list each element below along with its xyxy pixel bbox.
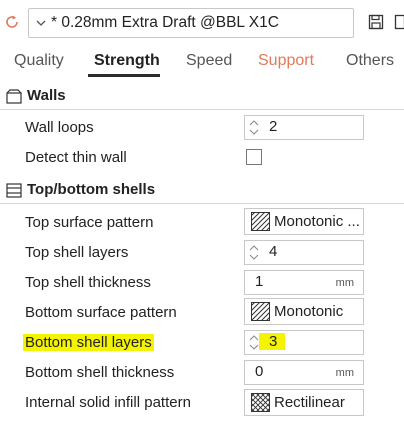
preset-bar: * 0.28mm Extra Draft @BBL X1C <box>0 0 404 44</box>
section-shells: Top/bottom shells <box>0 178 404 204</box>
stepper-arrows-icon[interactable] <box>249 118 259 137</box>
bottom-shell-layers-stepper[interactable]: 3 <box>244 330 364 355</box>
preset-dropdown[interactable]: * 0.28mm Extra Draft @BBL X1C <box>28 8 354 38</box>
tab-speed[interactable]: Speed <box>186 52 232 70</box>
top-surface-pattern-label: Top surface pattern <box>25 214 154 231</box>
settings-tabs: Quality Strength Speed Support Others <box>0 44 404 78</box>
section-divider <box>0 203 404 204</box>
bottom-shell-layers-value: 3 <box>259 333 286 350</box>
internal-solid-infill-pattern-select[interactable]: Rectilinear <box>244 389 364 416</box>
unit-label: mm <box>335 277 354 289</box>
tab-support[interactable]: Support <box>258 52 314 70</box>
walls-icon <box>6 89 22 104</box>
section-walls: Walls <box>0 84 404 110</box>
stepper-arrows-icon[interactable] <box>249 243 259 262</box>
save-icon[interactable] <box>368 14 384 30</box>
top-shell-thickness-input[interactable]: 1 mm <box>244 270 364 295</box>
bottom-surface-pattern-value: Monotonic <box>274 303 344 320</box>
monotonic-pattern-icon <box>251 212 270 231</box>
section-divider <box>0 109 404 110</box>
detect-thin-wall-checkbox[interactable] <box>246 149 262 165</box>
bottom-surface-pattern-label: Bottom surface pattern <box>25 304 177 321</box>
top-shell-thickness-label: Top shell thickness <box>25 274 151 291</box>
tab-quality[interactable]: Quality <box>14 52 64 70</box>
detect-thin-wall-label: Detect thin wall <box>25 149 127 166</box>
top-shell-layers-value: 4 <box>269 243 278 260</box>
internal-solid-infill-pattern-label: Internal solid infill pattern <box>25 394 191 411</box>
bottom-shell-thickness-value: 0 <box>255 363 264 380</box>
rectilinear-pattern-icon <box>251 393 270 412</box>
wall-loops-stepper[interactable]: 2 <box>244 115 364 140</box>
chevron-down-icon <box>36 20 46 26</box>
refresh-icon[interactable] <box>3 13 21 31</box>
section-title-walls: Walls <box>27 87 66 104</box>
bottom-shell-thickness-input[interactable]: 0 mm <box>244 360 364 385</box>
bottom-surface-pattern-select[interactable]: Monotonic <box>244 298 364 325</box>
active-tab-indicator <box>88 74 160 77</box>
top-surface-pattern-value: Monotonic ... <box>274 213 360 230</box>
top-surface-pattern-select[interactable]: Monotonic ... <box>244 208 364 235</box>
top-shell-layers-stepper[interactable]: 4 <box>244 240 364 265</box>
stepper-arrows-icon[interactable] <box>249 333 259 352</box>
tab-strength[interactable]: Strength <box>94 52 160 70</box>
monotonic-pattern-icon <box>251 302 270 321</box>
section-title-shells: Top/bottom shells <box>27 181 156 198</box>
compare-icon[interactable] <box>394 14 404 30</box>
wall-loops-value: 2 <box>269 118 278 135</box>
unit-label: mm <box>335 367 354 379</box>
bottom-shell-layers-label: Bottom shell layers <box>23 334 154 351</box>
wall-loops-label: Wall loops <box>25 119 94 136</box>
tab-others[interactable]: Others <box>346 52 394 70</box>
top-shell-layers-label: Top shell layers <box>25 244 129 261</box>
bottom-shell-thickness-label: Bottom shell thickness <box>25 364 175 381</box>
shells-icon <box>6 183 22 198</box>
top-shell-thickness-value: 1 <box>255 273 264 290</box>
internal-solid-infill-pattern-value: Rectilinear <box>274 394 345 411</box>
preset-name: * 0.28mm Extra Draft @BBL X1C <box>51 14 279 31</box>
